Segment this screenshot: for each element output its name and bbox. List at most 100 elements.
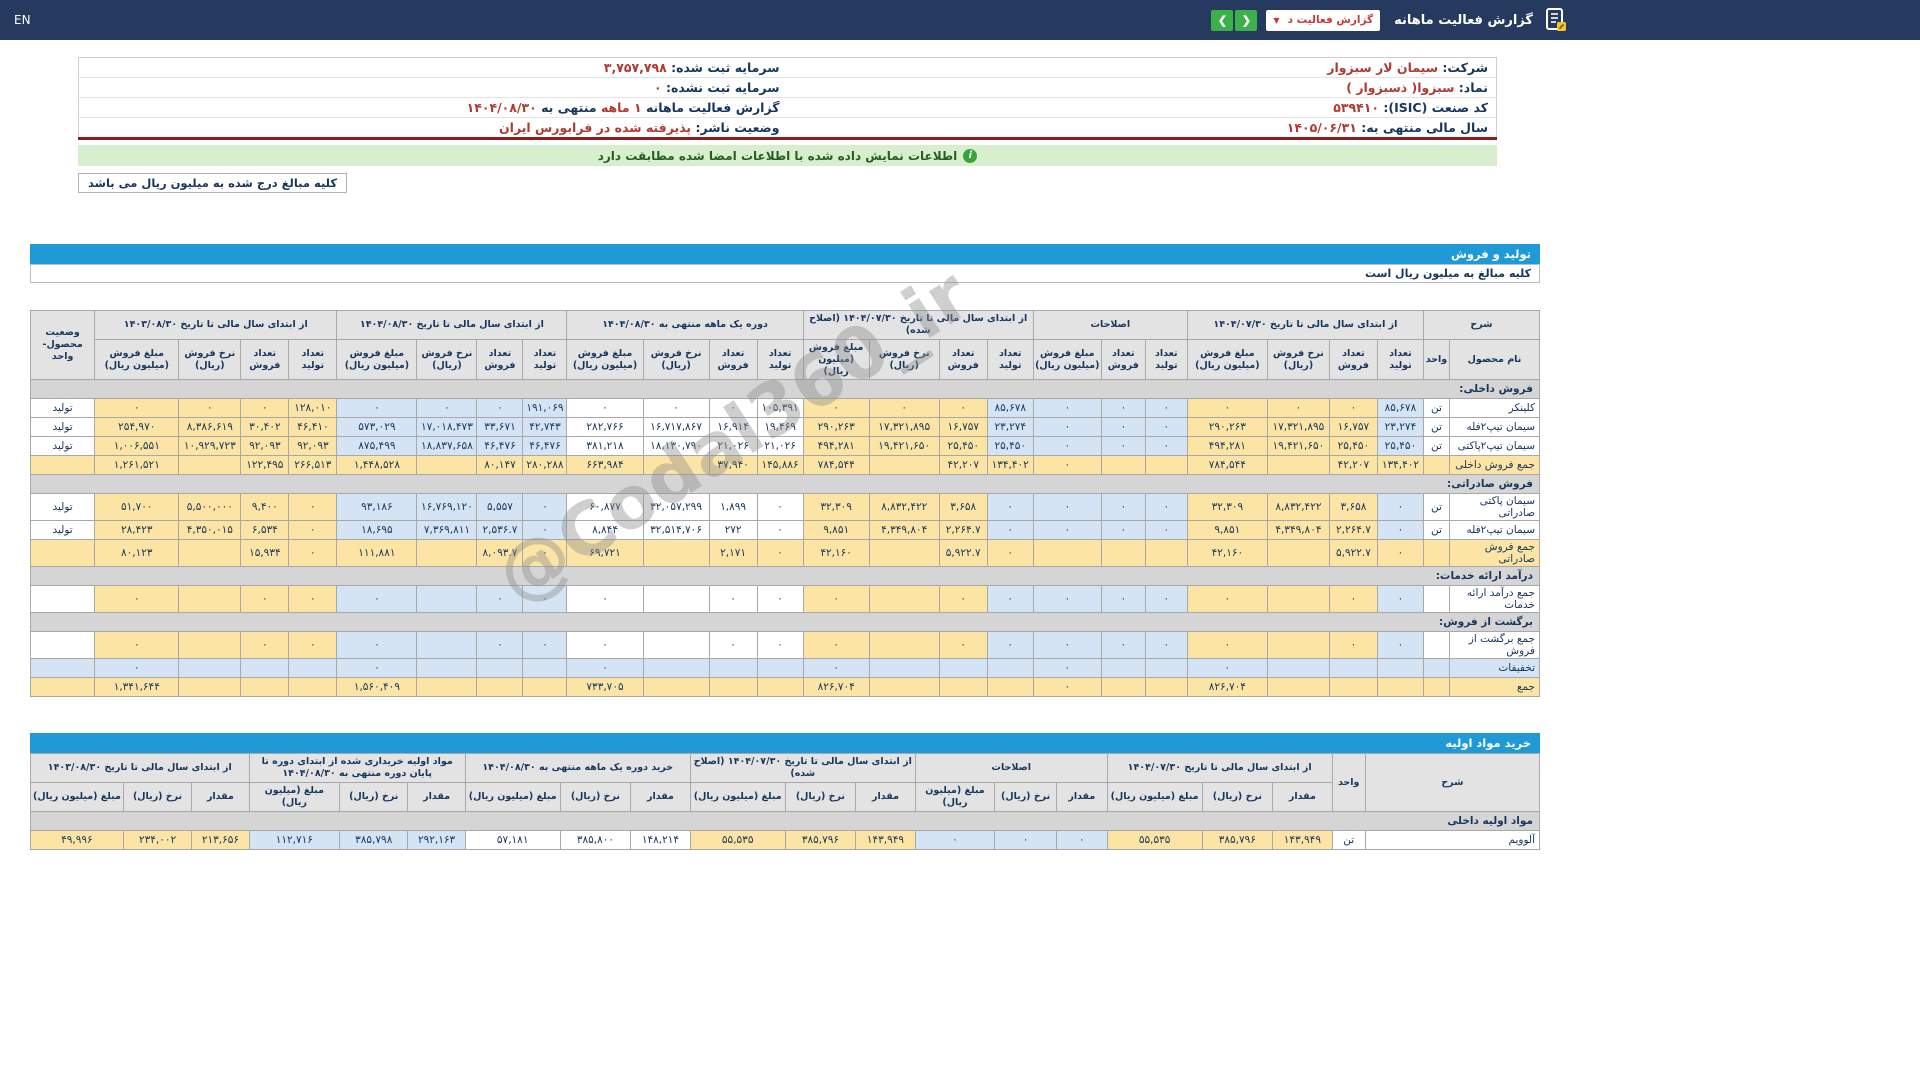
company-info-value: ۰ — [654, 80, 662, 95]
data-cell — [643, 678, 709, 697]
data-cell: ۲۵۴,۹۷۰ — [95, 418, 179, 437]
raw-materials-table-clip: شرحواحداز ابتدای سال مالی تا تاریخ ۱۴۰۴/… — [30, 753, 1540, 850]
data-cell: ۰ — [1033, 521, 1101, 540]
chevron-left-icon: ❮ — [1242, 14, 1251, 27]
data-cell: ۸۵,۶۷۸ — [987, 399, 1033, 418]
data-cell: ۲۱,۰۲۶ — [757, 437, 803, 456]
amounts-note: کلیه مبالغ درج شده به میلیون ریال می باش… — [78, 173, 347, 193]
data-cell: ۲۸۲,۷۶۶ — [567, 418, 643, 437]
data-cell — [1423, 632, 1449, 659]
data-cell — [1423, 456, 1449, 475]
data-cell — [179, 456, 241, 475]
data-cell: ۰ — [95, 659, 179, 678]
nav-previous-button[interactable]: ❮ — [1235, 10, 1257, 31]
data-cell: ۳۷,۹۴۰ — [709, 456, 757, 475]
raw-materials-table: شرحواحداز ابتدای سال مالی تا تاریخ ۱۴۰۴/… — [30, 753, 1540, 850]
info-icon: i — [963, 149, 977, 163]
company-info-value: پذیرفته شده در فرابورس ایران — [499, 120, 691, 135]
data-cell: ۰ — [1145, 399, 1187, 418]
data-cell — [987, 678, 1033, 697]
data-cell: ۸۷۵,۴۹۹ — [337, 437, 417, 456]
data-cell: ۲۶۶,۵۱۳ — [289, 456, 337, 475]
row-label-cell: سیمان تیپ۲فله — [1449, 418, 1539, 437]
raw-materials-section-header: خرید مواد اولیه — [30, 733, 1540, 753]
data-cell: ۰ — [987, 494, 1033, 521]
data-cell: ۳۰,۴۰۲ — [241, 418, 289, 437]
data-cell: ۰ — [803, 399, 869, 418]
column-header: مقدار — [1273, 783, 1333, 812]
data-cell: ۰ — [1145, 632, 1187, 659]
data-cell: ۱۰۵,۳۹۱ — [757, 399, 803, 418]
data-cell — [241, 678, 289, 697]
data-cell: ۰ — [523, 494, 567, 521]
report-type-dropdown[interactable]: گزارش فعالیت د ▼ — [1266, 10, 1380, 31]
data-cell: ۰ — [477, 586, 523, 613]
data-cell: ۰ — [1101, 632, 1145, 659]
column-header: تعداد فروش — [1329, 339, 1377, 380]
data-cell — [1101, 456, 1145, 475]
data-cell — [1145, 678, 1187, 697]
data-cell: ۵,۹۲۲.۷ — [1329, 540, 1377, 567]
data-cell: تن — [1423, 521, 1449, 540]
column-header: نرخ (ریال) — [785, 783, 856, 812]
column-header: مقدار — [631, 783, 691, 812]
column-header: تعداد تولید — [289, 339, 337, 380]
company-info-cell: گزارش فعالیت ماهانه ۱ ماهه منتهی به ۱۴۰۴… — [79, 98, 788, 118]
data-cell — [643, 632, 709, 659]
table-gap — [30, 283, 1540, 310]
row-label-cell: جمع فروش صادراتی — [1449, 540, 1539, 567]
data-cell: ۰ — [757, 494, 803, 521]
data-cell: ۰ — [1056, 849, 1107, 850]
data-cell: ۳۸۵,۷۹۶ — [1202, 830, 1273, 849]
data-cell: ۸,۳۸۶,۶۱۹ — [179, 418, 241, 437]
data-cell — [709, 659, 757, 678]
data-cell — [1267, 540, 1329, 567]
data-cell: ۵۷۳,۰۲۹ — [337, 418, 417, 437]
data-cell — [643, 586, 709, 613]
company-info-label: وضعیت ناشر: — [691, 120, 779, 135]
data-cell — [289, 678, 337, 697]
data-cell: تولید — [31, 437, 95, 456]
data-cell — [869, 659, 939, 678]
data-cell: تولید — [31, 418, 95, 437]
data-cell: ۵۱,۷۰۰ — [95, 494, 179, 521]
company-info-value: ۱ ماهه — [601, 100, 642, 115]
language-toggle[interactable]: EN — [14, 13, 31, 27]
data-cell: ۹,۴۰۰ — [241, 494, 289, 521]
data-cell: ۹,۸۵۱ — [1187, 521, 1267, 540]
data-cell: ۰ — [1329, 399, 1377, 418]
data-cell: ۰ — [987, 632, 1033, 659]
data-cell: ۱۲۸,۰۱۰ — [289, 399, 337, 418]
data-cell: ۲۵,۴۵۰ — [1329, 437, 1377, 456]
report-icon[interactable] — [1542, 7, 1568, 33]
company-info-row: کد صنعت (ISIC): ۵۳۹۴۱۰گزارش فعالیت ماهان… — [79, 98, 1497, 118]
column-header: مبلغ (میلیون ریال) — [690, 783, 785, 812]
data-cell: ۰ — [1145, 494, 1187, 521]
data-cell: ۰ — [1145, 418, 1187, 437]
nav-next-button[interactable]: ❯ — [1211, 10, 1233, 31]
data-cell: ۳۸۵,۷۹۶ — [785, 830, 856, 849]
data-cell: تولید — [31, 521, 95, 540]
data-cell: ۰ — [709, 632, 757, 659]
data-cell: ۰ — [1187, 659, 1267, 678]
data-cell: ۵۵,۵۳۵ — [1107, 830, 1202, 849]
data-cell — [31, 659, 95, 678]
data-cell: ۹۲,۰۹۳ — [289, 437, 337, 456]
data-cell: ۰ — [1145, 437, 1187, 456]
column-group-header: وضعیت محصول-واحد — [31, 311, 95, 380]
row-label-cell: جمع برگشت از فروش — [1449, 632, 1539, 659]
data-cell: ۶۹,۷۲۱ — [567, 540, 643, 567]
data-cell — [1423, 659, 1449, 678]
column-group-header: اصلاحات — [915, 754, 1107, 783]
data-cell: ۰ — [95, 399, 179, 418]
data-cell: ۰ — [567, 586, 643, 613]
data-cell: ۰ — [1033, 399, 1101, 418]
data-cell: ۰ — [1187, 399, 1267, 418]
column-group-header: شرح — [1365, 754, 1539, 812]
data-cell: تن — [1332, 849, 1365, 850]
data-cell — [179, 632, 241, 659]
raw-materials-title: خرید مواد اولیه — [1445, 736, 1531, 750]
company-info-label: سرمایه ثبت شده: — [667, 60, 780, 75]
data-cell: ۱۳۴,۴۰۲ — [987, 456, 1033, 475]
column-header: نرخ (ریال) — [995, 783, 1057, 812]
